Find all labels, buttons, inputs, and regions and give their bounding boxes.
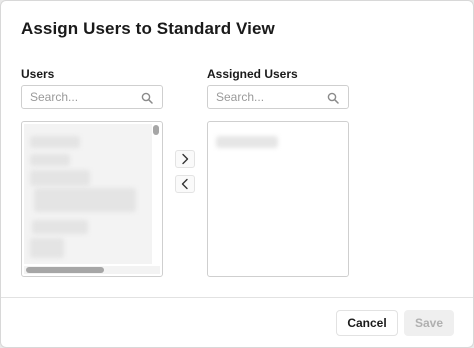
- assigned-search-field[interactable]: [207, 85, 349, 109]
- list-item[interactable]: [34, 188, 136, 212]
- search-icon[interactable]: [141, 92, 153, 104]
- assigned-users-label: Assigned Users: [207, 67, 298, 81]
- list-item[interactable]: [30, 238, 64, 258]
- users-search-input[interactable]: [30, 89, 138, 105]
- footer-divider: [1, 297, 473, 298]
- list-item[interactable]: [216, 136, 278, 148]
- chevron-left-icon: [181, 178, 188, 190]
- remove-from-assigned-button[interactable]: [175, 175, 195, 193]
- save-button[interactable]: Save: [404, 310, 454, 336]
- horizontal-scrollbar[interactable]: [24, 266, 160, 274]
- vertical-scrollbar-thumb[interactable]: [153, 125, 159, 135]
- cancel-button[interactable]: Cancel: [336, 310, 398, 336]
- add-to-assigned-button[interactable]: [175, 150, 195, 168]
- search-icon[interactable]: [327, 92, 339, 104]
- dialog-title: Assign Users to Standard View: [21, 19, 275, 38]
- users-search-field[interactable]: [21, 85, 163, 109]
- chevron-right-icon: [182, 153, 189, 165]
- list-item[interactable]: [30, 136, 80, 148]
- horizontal-scrollbar-thumb[interactable]: [26, 267, 104, 273]
- assigned-users-list[interactable]: [207, 121, 349, 277]
- assign-users-dialog: Assign Users to Standard View Users Sear…: [0, 0, 474, 348]
- users-list[interactable]: [21, 121, 163, 277]
- users-label: Users: [21, 67, 55, 81]
- list-item[interactable]: [30, 154, 70, 166]
- assigned-search-input[interactable]: [216, 89, 324, 105]
- list-item[interactable]: [32, 220, 88, 234]
- list-item[interactable]: [30, 170, 90, 186]
- users-list-content: [24, 124, 152, 264]
